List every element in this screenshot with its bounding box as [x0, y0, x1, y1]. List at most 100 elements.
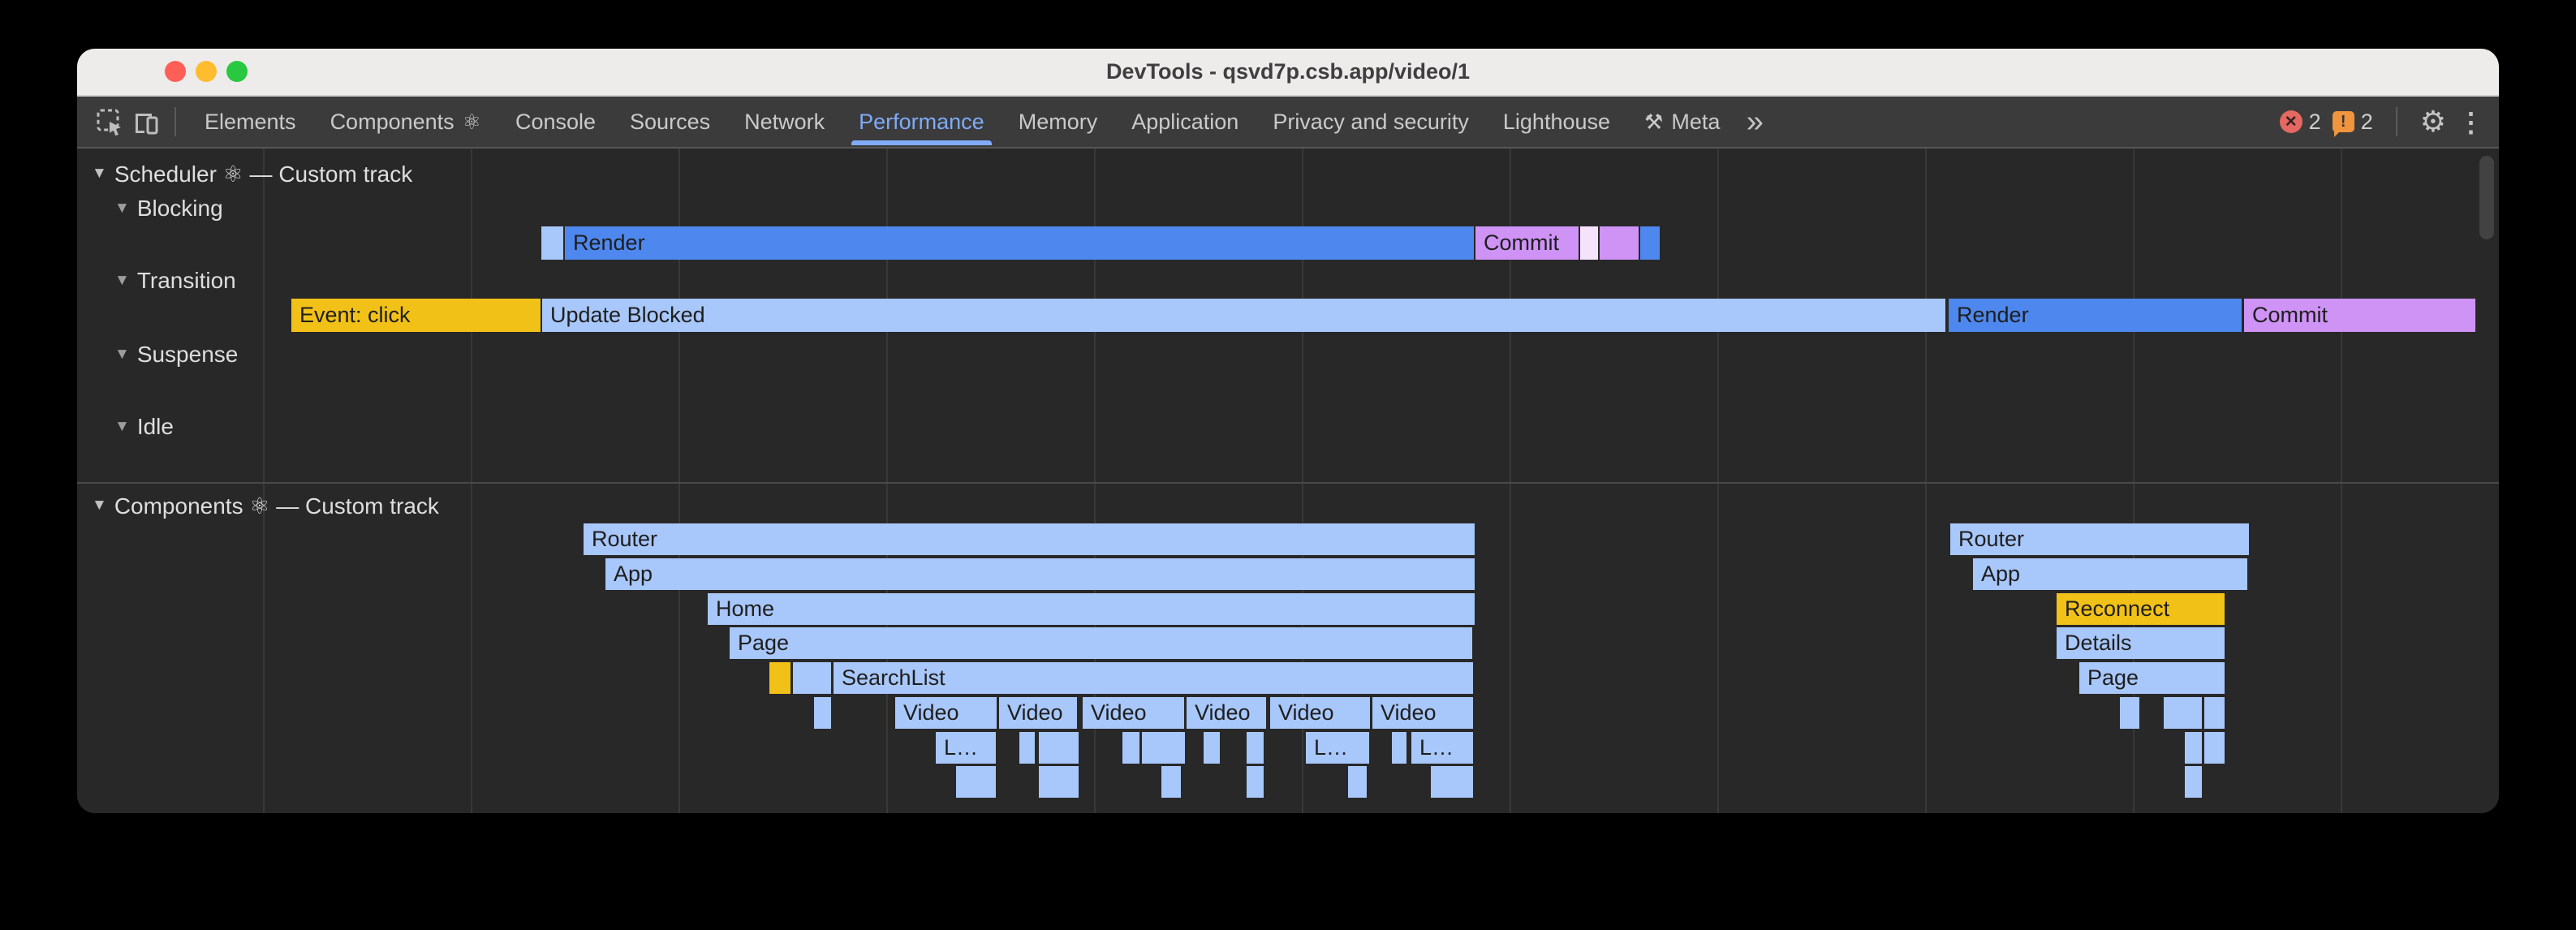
subtrack-label-idle[interactable]: ▼Idle — [114, 411, 174, 443]
flame-bar-l-[interactable]: L… — [1411, 732, 1473, 764]
flame-bar-commit[interactable]: Commit — [1475, 226, 1579, 260]
flame-bar-searchlist[interactable]: SearchList — [834, 662, 1473, 694]
tools-icon: ⚒ — [1644, 110, 1663, 135]
flame-bar[interactable] — [1161, 766, 1181, 798]
flame-bar-video[interactable]: Video — [895, 697, 997, 729]
flame-bar[interactable] — [956, 766, 996, 798]
flame-bar[interactable] — [2185, 766, 2202, 798]
flame-bar-update-blocked[interactable]: Update Blocked — [542, 299, 1945, 332]
performance-flamechart: ▼Scheduler ⚛ — Custom track▼Blocking ▼ Tra… — [77, 149, 2499, 813]
collapse-triangle-icon: ▼ — [114, 346, 130, 364]
tab-label: Elements — [205, 110, 296, 135]
flame-bar-render[interactable]: Render — [1949, 299, 2242, 332]
flame-bar-router[interactable]: Router — [1950, 523, 2249, 555]
tab-elements[interactable]: Elements — [187, 97, 313, 147]
subtrack-label-transition[interactable]: ▼ Transition — [114, 265, 236, 297]
flame-bar[interactable] — [814, 697, 831, 729]
flame-bar-render[interactable]: Render — [565, 226, 1474, 260]
flame-bar[interactable] — [2204, 732, 2225, 764]
flame-bar[interactable] — [1247, 766, 1264, 798]
tab-label: Components — [330, 110, 454, 135]
flame-bar[interactable] — [1142, 732, 1185, 764]
atom-icon: ⚛ — [463, 110, 481, 135]
flame-bar[interactable] — [793, 662, 831, 694]
tab-privacy-and-security[interactable]: Privacy and security — [1256, 97, 1486, 147]
flame-bar[interactable] — [1580, 226, 1598, 260]
timeline-gridline — [1925, 149, 1927, 813]
flame-bar[interactable] — [1039, 732, 1079, 764]
flame-bar-page[interactable]: Page — [2079, 662, 2225, 694]
flame-bar[interactable] — [769, 662, 790, 694]
flame-bar-event-click[interactable]: Event: click — [291, 299, 541, 332]
flame-bar[interactable] — [1348, 766, 1367, 798]
flame-bar-label: Video — [999, 702, 1063, 724]
flame-bar[interactable] — [1392, 732, 1406, 764]
tab-console[interactable]: Console — [498, 97, 613, 147]
tab-meta[interactable]: ⚒ Meta — [1627, 97, 1737, 147]
track-header-scheduler[interactable]: ▼Scheduler ⚛ — Custom track — [92, 157, 412, 190]
subtrack-label-suspense[interactable]: ▼ Suspense — [114, 338, 238, 371]
tab-components[interactable]: Components ⚛ — [313, 97, 498, 147]
menu-dots-icon[interactable]: ⋮ — [2458, 109, 2484, 136]
collapse-triangle-icon: ▼ — [92, 165, 107, 183]
tab-label: Network — [744, 110, 825, 135]
console-errors-badge[interactable]: ✕ 2 — [2280, 110, 2321, 135]
flame-bar[interactable] — [2164, 697, 2202, 729]
flame-bar-app[interactable]: App — [605, 558, 1475, 590]
flame-bar-label: SearchList — [834, 667, 946, 689]
flame-bar-l-[interactable]: L… — [936, 732, 996, 764]
tab-lighthouse[interactable]: Lighthouse — [1486, 97, 1627, 147]
flame-bar-video[interactable]: Video — [1187, 697, 1266, 729]
flame-bar-page[interactable]: Page — [730, 627, 1472, 659]
flame-bar-home[interactable]: Home — [708, 593, 1475, 625]
tab-label: Memory — [1019, 110, 1098, 135]
flame-bar-video[interactable]: Video — [1372, 697, 1473, 729]
flame-bar[interactable] — [1039, 766, 1079, 798]
flame-bar-video[interactable]: Video — [1083, 697, 1184, 729]
flame-bar[interactable] — [1431, 766, 1473, 798]
flame-bar[interactable] — [541, 226, 563, 260]
device-toolbar-icon[interactable] — [127, 104, 163, 140]
flame-bar-router[interactable]: Router — [584, 523, 1475, 555]
flame-bar-commit[interactable]: Commit — [2244, 299, 2475, 332]
flame-bar-video[interactable]: Video — [999, 697, 1077, 729]
devtools-window: DevTools - qsvd7p.csb.app/video/1 Elemen… — [77, 49, 2499, 813]
tab-memory[interactable]: Memory — [1002, 97, 1115, 147]
flame-bar[interactable] — [1204, 732, 1220, 764]
flame-bar[interactable] — [1247, 732, 1264, 764]
collapse-triangle-icon: ▼ — [114, 272, 130, 290]
inspect-element-icon[interactable] — [92, 104, 127, 140]
more-tabs-icon[interactable]: » — [1737, 104, 1773, 140]
settings-gear-icon[interactable]: ⚙ — [2420, 107, 2446, 136]
flame-bar-label: L… — [936, 737, 978, 759]
flame-bar-reconnect[interactable]: Reconnect — [2057, 593, 2225, 625]
flame-bar[interactable] — [1122, 732, 1139, 764]
tab-application[interactable]: Application — [1114, 97, 1256, 147]
active-tab-underline — [851, 140, 992, 145]
flame-bar[interactable] — [1640, 226, 1660, 260]
issues-badge[interactable]: ! 2 — [2333, 110, 2373, 135]
flame-bar-details[interactable]: Details — [2057, 627, 2225, 659]
tabbar-divider — [2396, 107, 2397, 136]
flame-bar[interactable] — [1600, 226, 1639, 260]
flame-bar-label: Video — [1372, 702, 1437, 724]
flame-bar[interactable] — [2204, 697, 2225, 729]
vertical-scrollbar-thumb[interactable] — [2479, 156, 2494, 239]
flame-bar[interactable] — [2185, 732, 2202, 764]
flame-bar[interactable] — [2120, 697, 2139, 729]
flame-bar-video[interactable]: Video — [1270, 697, 1370, 729]
track-label-text: Transition — [137, 268, 236, 294]
track-label-text: Suspense — [137, 342, 239, 368]
flame-bar-app[interactable]: App — [1973, 558, 2247, 590]
flame-bar[interactable] — [1019, 732, 1035, 764]
flame-bar-l-[interactable]: L… — [1306, 732, 1369, 764]
timeline-gridline — [471, 149, 472, 813]
tab-label: Meta — [1671, 110, 1720, 135]
tab-performance[interactable]: Performance — [842, 97, 1002, 147]
tab-sources[interactable]: Sources — [613, 97, 727, 147]
tab-network[interactable]: Network — [727, 97, 842, 147]
flame-bar-label: Commit — [1475, 232, 1559, 254]
track-header-components[interactable]: ▼Components ⚛ — Custom track — [92, 489, 439, 522]
flame-bar-label: Update Blocked — [542, 304, 705, 326]
subtrack-label-blocking[interactable]: ▼Blocking — [114, 192, 223, 225]
